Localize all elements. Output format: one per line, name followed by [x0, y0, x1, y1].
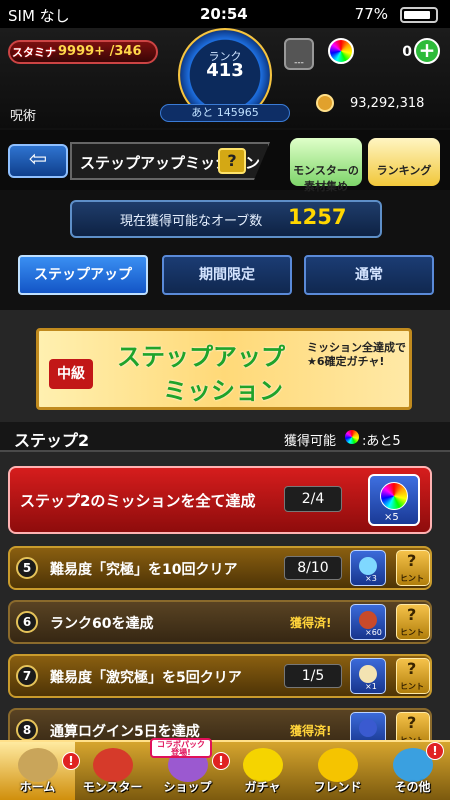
nav-label: ショップ: [163, 780, 212, 794]
hint-icon: ?: [407, 659, 417, 678]
hint-button[interactable]: ? ヒント: [396, 604, 430, 640]
carrier-label: SIM なし: [8, 7, 70, 25]
add-orb-button[interactable]: +: [414, 38, 440, 64]
stamina-value: 9999+ /346: [58, 44, 142, 59]
hint-button[interactable]: ? ヒント: [396, 658, 430, 694]
collab-pack-badge: コラボパック 登場!: [150, 738, 212, 758]
orb-available-label: 現在獲得可能なオーブ数: [120, 214, 263, 229]
orb-reward-icon: [380, 482, 408, 510]
mission-text: 難易度「激究極」を5回クリア: [50, 670, 242, 686]
notification-badge: !: [212, 752, 230, 770]
tab-stepup[interactable]: ステップアップ: [18, 255, 148, 295]
mission-text: ランク60を達成: [50, 616, 154, 632]
stamina-label: スタミナ: [12, 46, 56, 59]
hint-icon: ?: [407, 551, 417, 570]
nav-home[interactable]: ホーム: [0, 742, 75, 800]
hint-button[interactable]: ? ヒント: [396, 550, 430, 586]
banner-title-2: ミッション: [163, 377, 283, 405]
notification-badge: !: [62, 752, 80, 770]
reward-item-icon: [359, 557, 377, 575]
reward-box: ×60: [350, 604, 386, 640]
nav-friend[interactable]: フレンド: [300, 742, 375, 800]
hint-label: ヒント: [400, 574, 424, 583]
hint-icon: ?: [407, 605, 417, 624]
mission-number: 7: [16, 665, 38, 687]
collab-line-2: 登場!: [171, 748, 191, 757]
reward-box: ×1: [350, 658, 386, 694]
orb-available-value: 1257: [288, 205, 347, 229]
mission-text: 難易度「究極」を10回クリア: [50, 562, 238, 578]
available-label: 獲得可能: [284, 434, 337, 449]
tab-limited[interactable]: 期間限定: [162, 255, 292, 295]
step-label: ステップ2: [14, 431, 90, 450]
arrow-left-icon: ⇦: [28, 147, 48, 172]
mission-progress: 1/5: [284, 664, 342, 688]
gold-coin-icon: [316, 94, 334, 112]
orb-count: 0: [402, 44, 412, 60]
clock: 20:54: [200, 5, 248, 23]
next-rank-exp: あと 145965: [160, 104, 290, 122]
ranking-button[interactable]: ランキング: [368, 138, 440, 186]
banner-sub-2: ★6確定ガチャ!: [307, 355, 385, 368]
nav-label: ガチャ: [244, 780, 281, 794]
stage-label: ---: [294, 58, 304, 68]
notification-badge: !: [426, 742, 444, 760]
orb-icon: [345, 430, 359, 444]
nav-label: その他: [394, 780, 431, 794]
mission-number: 8: [16, 719, 38, 741]
reward-item-icon: [359, 665, 377, 683]
friend-icon: [318, 748, 358, 782]
back-button[interactable]: ⇦: [8, 144, 68, 178]
tab-normal[interactable]: 通常: [304, 255, 434, 295]
available-value: :あと5: [362, 434, 401, 449]
mission-progress: 8/10: [284, 556, 342, 580]
nav-label: モンスター: [82, 780, 143, 794]
mission-number: 5: [16, 557, 38, 579]
mission-claimed: 獲得済!: [290, 616, 332, 630]
battery-percent: 77%: [354, 5, 388, 23]
mission-text: ステップ2のミッションを全て達成: [20, 492, 256, 510]
mission-claimed: 獲得済!: [290, 724, 332, 738]
home-icon: [18, 748, 58, 782]
monster-material-button[interactable]: モンスターの素材集め: [290, 138, 362, 193]
help-button[interactable]: ?: [218, 148, 246, 174]
reward-item-icon: [359, 719, 377, 737]
reward-qty: ×60: [365, 628, 382, 637]
nav-monster[interactable]: モンスター: [75, 742, 150, 800]
hint-label: ヒント: [400, 628, 424, 637]
orb-icon: [328, 38, 354, 64]
player-name: 呪術: [10, 109, 37, 124]
monster-icon: [93, 748, 133, 782]
banner-level: 中級: [49, 359, 93, 389]
reward-qty: ×3: [365, 574, 377, 583]
nav-label: ホーム: [19, 780, 56, 794]
nav-label: フレンド: [313, 780, 362, 794]
nav-gacha[interactable]: ガチャ: [225, 742, 300, 800]
mission-progress: 2/4: [284, 486, 342, 512]
battery-icon: [400, 7, 438, 23]
banner-title-1: ステップアップ: [117, 343, 285, 371]
hint-icon: ?: [407, 713, 417, 732]
mission-banner[interactable]: 中級 ステップアップ ミッション ミッション全達成で ★6確定ガチャ!: [36, 328, 412, 410]
reward-qty: ×5: [384, 512, 399, 523]
gacha-icon: [243, 748, 283, 782]
gold-value: 93,292,318: [350, 96, 425, 111]
status-bar: SIM なし 20:54 77%: [0, 0, 450, 28]
reward-box: ×3: [350, 550, 386, 586]
hint-label: ヒント: [400, 682, 424, 691]
mission-number: 6: [16, 611, 38, 633]
reward-item-icon: [359, 611, 377, 629]
reward-qty: ×1: [365, 682, 377, 691]
rank-value: 413: [206, 60, 244, 81]
